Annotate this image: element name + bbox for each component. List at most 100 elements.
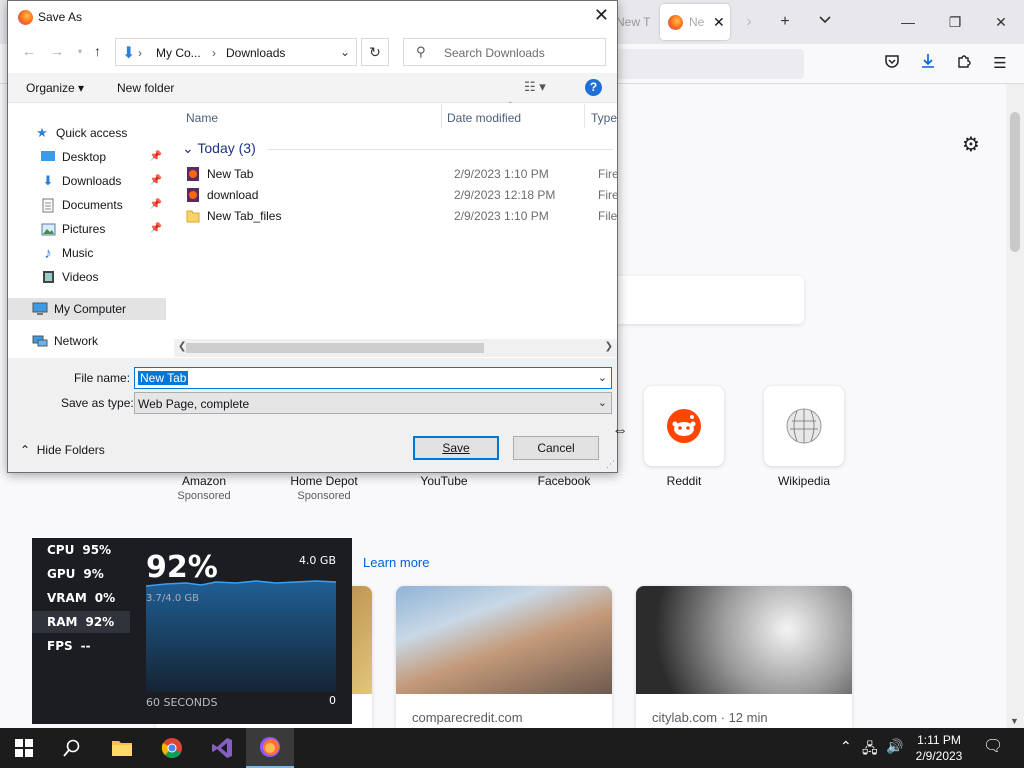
search-button[interactable] bbox=[48, 728, 96, 768]
up-arrow-icon[interactable]: ↑ bbox=[94, 43, 101, 59]
nav-pictures[interactable]: Pictures 📌 bbox=[8, 218, 166, 240]
chevron-right-icon[interactable]: › bbox=[737, 10, 761, 34]
file-row[interactable]: New Tab_files 2/9/2023 1:10 PM File fold… bbox=[186, 206, 617, 226]
url-bar[interactable] bbox=[600, 49, 804, 79]
resize-grip-icon[interactable]: ⋰ bbox=[606, 459, 615, 470]
card-source: comparecredit.com bbox=[412, 710, 523, 725]
perf-stat-fps: FPS -- bbox=[47, 639, 91, 653]
view-options-icon[interactable]: ☷ ▾ bbox=[524, 79, 546, 95]
download-arrow-icon: ⬇ bbox=[42, 173, 54, 188]
column-header-date[interactable]: Date modified bbox=[447, 111, 521, 125]
save-type-select[interactable]: Web Page, complete ⌄ bbox=[134, 392, 612, 414]
pocket-card[interactable]: citylab.com · 12 min bbox=[636, 586, 852, 728]
chevron-up-icon[interactable]: ⌃ bbox=[840, 738, 852, 755]
nav-documents[interactable]: Documents 📌 bbox=[8, 194, 166, 216]
perf-stat-ram[interactable]: RAM 92% bbox=[32, 611, 130, 633]
topsite-label[interactable]: Facebook bbox=[504, 474, 624, 488]
topsite-label[interactable]: Amazon bbox=[144, 474, 264, 488]
nav-my-computer[interactable]: My Computer bbox=[8, 298, 166, 320]
minimize-button[interactable]: — bbox=[893, 8, 923, 36]
learn-more-link[interactable]: Learn more bbox=[363, 555, 429, 570]
topsite-label[interactable]: Reddit bbox=[624, 474, 744, 488]
group-header[interactable]: ⌄ Today (3) bbox=[182, 140, 256, 157]
column-header-name[interactable]: Name bbox=[186, 111, 218, 125]
topsite-label[interactable]: Wikipedia bbox=[744, 474, 864, 488]
browser-tab-active[interactable]: Ne ✕ bbox=[660, 4, 730, 40]
nav-downloads[interactable]: ⬇ Downloads 📌 bbox=[8, 170, 166, 192]
nav-network[interactable]: Network bbox=[8, 330, 166, 352]
hide-folders-toggle[interactable]: ⌃ Hide Folders bbox=[20, 443, 105, 457]
chrome-taskbar-button[interactable] bbox=[148, 728, 196, 768]
firefox-favicon-icon bbox=[668, 14, 683, 30]
topsite-tile-reddit[interactable] bbox=[644, 386, 724, 466]
taskbar: ⌃ 🖧 🔊 1:11 PM 2/9/2023 🗨 bbox=[0, 728, 1024, 768]
new-folder-button[interactable]: New folder bbox=[117, 81, 174, 95]
network-icon[interactable]: 🖧 bbox=[862, 738, 878, 762]
column-divider[interactable] bbox=[441, 104, 442, 128]
new-tab-button[interactable]: + bbox=[773, 10, 797, 34]
search-icon bbox=[63, 739, 80, 757]
scrollbar-thumb[interactable] bbox=[1010, 112, 1020, 252]
chevron-down-icon[interactable]: ⌄ bbox=[598, 396, 607, 409]
pin-icon[interactable]: 📌 bbox=[150, 151, 162, 162]
menu-icon[interactable]: ☰ bbox=[989, 53, 1011, 75]
restore-button[interactable]: ❐ bbox=[940, 8, 970, 36]
dialog-titlebar[interactable]: Save As ✕ bbox=[8, 1, 617, 33]
nav-videos[interactable]: Videos bbox=[8, 266, 166, 288]
downloads-icon[interactable] bbox=[917, 53, 939, 75]
web-search-box[interactable] bbox=[600, 276, 804, 324]
gear-icon[interactable]: ⚙ bbox=[962, 132, 980, 157]
notifications-icon[interactable]: 🗨 bbox=[983, 736, 1003, 756]
pin-icon[interactable]: 📌 bbox=[150, 175, 162, 186]
topsite-tile-wikipedia[interactable] bbox=[764, 386, 844, 466]
start-button[interactable] bbox=[0, 728, 48, 768]
recent-locations-icon[interactable]: ▾ bbox=[78, 47, 82, 56]
topsite-sponsored-label: Sponsored bbox=[177, 490, 231, 502]
visual-studio-taskbar-button[interactable] bbox=[198, 728, 246, 768]
horizontal-scrollbar[interactable]: ❮ ❯ bbox=[174, 339, 617, 357]
search-input[interactable]: ⚲ Search Downloads bbox=[403, 38, 606, 66]
breadcrumb-item[interactable]: Downloads bbox=[226, 46, 285, 60]
file-explorer-taskbar-button[interactable] bbox=[98, 728, 146, 768]
column-header-type[interactable]: Type bbox=[591, 111, 617, 125]
pin-icon[interactable]: 📌 bbox=[150, 199, 162, 210]
refresh-button[interactable]: ↻ bbox=[361, 38, 389, 66]
extensions-icon[interactable] bbox=[953, 53, 975, 75]
chevron-down-icon[interactable]: ⌄ bbox=[598, 371, 607, 384]
address-bar[interactable]: ⬇ › My Co... › Downloads ⌄ bbox=[115, 38, 357, 66]
pocket-card[interactable]: comparecredit.com bbox=[396, 586, 612, 728]
close-tab-icon[interactable]: ✕ bbox=[713, 14, 725, 31]
file-row[interactable]: download 2/9/2023 12:18 PM Firefox bbox=[186, 185, 617, 205]
clock-date: 2/9/2023 bbox=[915, 749, 963, 763]
help-icon[interactable]: ? bbox=[585, 79, 602, 96]
save-button[interactable]: Save bbox=[413, 436, 499, 460]
scrollbar-thumb[interactable] bbox=[186, 343, 484, 353]
nav-music[interactable]: ♪ Music bbox=[8, 242, 166, 264]
scroll-down-arrow-icon[interactable]: ▼ bbox=[1010, 716, 1019, 726]
topsite-label[interactable]: YouTube bbox=[384, 474, 504, 488]
file-row[interactable]: New Tab 2/9/2023 1:10 PM Firefox bbox=[186, 164, 617, 184]
graph-seconds-label: 60 SECONDS bbox=[146, 696, 218, 709]
page-scrollbar[interactable]: ▼ bbox=[1006, 84, 1024, 728]
scroll-right-arrow-icon[interactable]: ❯ bbox=[605, 341, 613, 352]
nav-desktop[interactable]: Desktop 📌 bbox=[8, 146, 166, 168]
cancel-button[interactable]: Cancel bbox=[513, 436, 599, 460]
breadcrumb-item[interactable]: My Co... bbox=[156, 46, 201, 60]
pin-icon[interactable]: 📌 bbox=[150, 223, 162, 234]
pocket-icon[interactable] bbox=[881, 53, 903, 75]
close-window-button[interactable]: ✕ bbox=[986, 8, 1016, 36]
tab-list-button[interactable] bbox=[813, 10, 837, 34]
column-divider[interactable] bbox=[584, 104, 585, 128]
volume-icon[interactable]: 🔊 bbox=[886, 738, 903, 755]
back-arrow-icon[interactable]: ← bbox=[22, 43, 36, 59]
topsite-label[interactable]: Home Depot bbox=[264, 474, 384, 488]
ram-used-label: 3.7/4.0 GB bbox=[146, 593, 199, 604]
forward-arrow-icon[interactable]: → bbox=[50, 43, 64, 59]
firefox-taskbar-button[interactable] bbox=[246, 728, 294, 768]
chevron-down-icon[interactable]: ⌄ bbox=[340, 45, 350, 59]
organize-button[interactable]: Organize ▾ bbox=[26, 81, 84, 95]
file-name-field[interactable]: New Tab ⌄ bbox=[134, 367, 612, 389]
nav-quick-access[interactable]: ★ Quick access bbox=[8, 122, 166, 144]
system-clock[interactable]: 1:11 PM 2/9/2023 bbox=[910, 732, 968, 764]
close-icon[interactable]: ✕ bbox=[594, 5, 609, 26]
